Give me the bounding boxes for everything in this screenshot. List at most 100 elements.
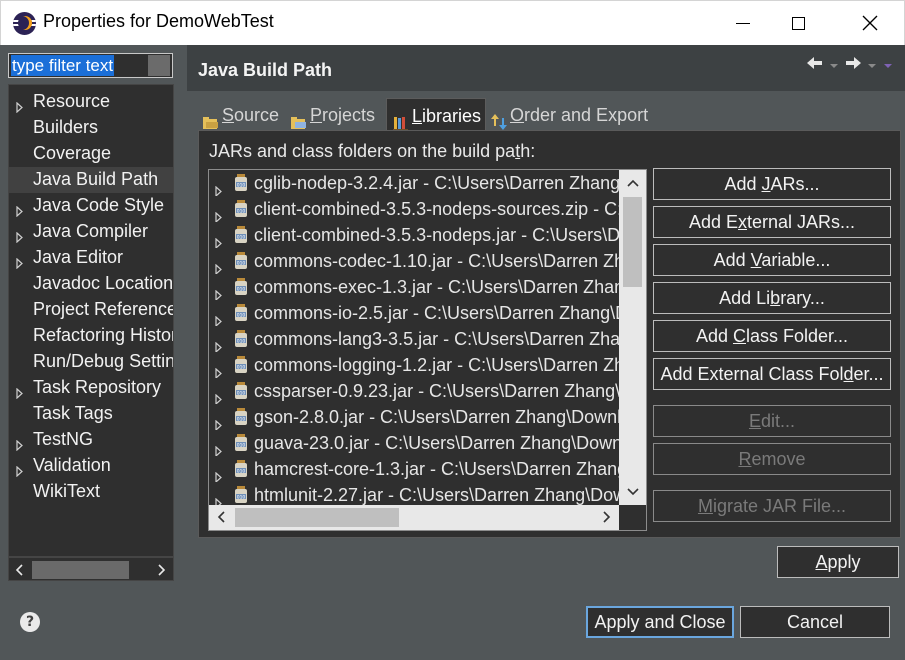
jar-list-item[interactable]: 010 commons-logging-1.2.jar - C:\Users\Da… — [209, 352, 629, 378]
jar-list-item[interactable]: 010 client-combined-3.5.3-nodeps.jar - C:… — [209, 222, 629, 248]
filter-input[interactable]: type filter text — [8, 53, 173, 78]
expand-triangle-icon[interactable] — [215, 256, 222, 274]
jar-list[interactable]: 010 cglib-nodep-3.2.4.jar - C:\Users\Darr… — [208, 169, 647, 531]
edit-button[interactable]: Edit... — [653, 405, 891, 437]
add-jars-button[interactable]: Add JARs... — [653, 168, 891, 200]
add-variable-button[interactable]: Add Variable... — [653, 244, 891, 276]
help-icon[interactable]: ? — [20, 612, 40, 632]
tree-item[interactable]: WikiText — [9, 479, 173, 505]
expand-triangle-icon[interactable] — [215, 386, 222, 404]
jar-list-item[interactable]: 010 commons-lang3-3.5.jar - C:\Users\Darr… — [209, 326, 629, 352]
tree-item[interactable]: Refactoring History — [9, 323, 173, 349]
cancel-button[interactable]: Cancel — [740, 606, 890, 638]
expand-triangle-icon[interactable] — [215, 438, 222, 456]
tree-item[interactable]: Javadoc Location — [9, 271, 173, 297]
expand-triangle-icon[interactable] — [215, 230, 222, 248]
scroll-thumb[interactable] — [235, 508, 399, 527]
jar-list-item[interactable]: 010 commons-io-2.5.jar - C:\Users\Darren … — [209, 300, 629, 326]
svg-text:010: 010 — [237, 260, 246, 266]
expand-triangle-icon[interactable] — [215, 464, 222, 482]
expand-triangle-icon[interactable] — [215, 178, 222, 196]
svg-text:010: 010 — [237, 286, 246, 292]
tree-item[interactable]: Validation — [9, 453, 173, 479]
scroll-left-icon[interactable] — [213, 508, 231, 526]
svg-text:010: 010 — [237, 442, 246, 448]
add-external-class-folder-button[interactable]: Add External Class Folder... — [653, 358, 891, 390]
expand-triangle-icon[interactable] — [215, 282, 222, 300]
add-external-jars-button[interactable]: Add External JARs... — [653, 206, 891, 238]
tab-order-and-export[interactable]: Order and Export — [485, 98, 665, 130]
scroll-right-icon[interactable] — [152, 561, 170, 579]
jar-list-item[interactable]: 010 cssparser-0.9.23.jar - C:\Users\Darre… — [209, 378, 629, 404]
tree-item[interactable]: Project References — [9, 297, 173, 323]
svg-text:010: 010 — [237, 234, 246, 240]
expand-triangle-icon[interactable] — [215, 308, 222, 326]
filter-text[interactable]: type filter text — [11, 55, 115, 76]
forward-dropdown-icon[interactable] — [867, 55, 877, 74]
scroll-thumb[interactable] — [32, 561, 129, 579]
tree-horizontal-scrollbar[interactable] — [8, 557, 174, 581]
jar-list-item[interactable]: 010 commons-codec-1.10.jar - C:\Users\Dar… — [209, 248, 629, 274]
tree-item[interactable]: Task Tags — [9, 401, 173, 427]
add-library-button[interactable]: Add Library... — [653, 282, 891, 314]
tree-item[interactable]: TestNG — [9, 427, 173, 453]
expand-triangle-icon[interactable] — [215, 334, 222, 352]
jar-list-item[interactable]: 010 gson-2.8.0.jar - C:\Users\Darren Zhan… — [209, 404, 629, 430]
tree-item[interactable]: Builders — [9, 115, 173, 141]
tree-item[interactable]: Java Editor — [9, 245, 173, 271]
expand-triangle-icon[interactable] — [215, 412, 222, 430]
tree-item-label: Java Build Path — [33, 169, 159, 189]
tree-item[interactable]: Run/Debug Settings — [9, 349, 173, 375]
tab-projects[interactable]: Projects — [285, 98, 381, 130]
apply-button[interactable]: Apply — [777, 546, 899, 578]
property-tree[interactable]: Resource Builders Coverage Java Build Path J… — [8, 84, 174, 557]
tree-item[interactable]: Java Build Path — [9, 167, 173, 193]
expand-triangle-icon[interactable] — [215, 360, 222, 378]
svg-text:010: 010 — [237, 468, 246, 474]
jar-list-item[interactable]: 010 guava-23.0.jar - C:\Users\Darren Zhan… — [209, 430, 629, 456]
jar-list-item[interactable]: 010 commons-exec-1.3.jar - C:\Users\Darre… — [209, 274, 629, 300]
page-header: Java Build Path — [187, 45, 905, 91]
scroll-thumb[interactable] — [623, 197, 642, 287]
back-dropdown-icon[interactable] — [829, 55, 839, 74]
tab-libraries[interactable]: Libraries — [386, 98, 486, 131]
scroll-left-icon[interactable] — [11, 561, 29, 579]
jar-list-item[interactable]: 010 cglib-nodep-3.2.4.jar - C:\Users\Darr… — [209, 170, 629, 196]
minimize-button[interactable] — [716, 1, 770, 45]
tree-item-label: Run/Debug Settings — [33, 351, 174, 371]
history-navigation — [807, 55, 893, 74]
svg-text:010: 010 — [237, 416, 246, 422]
remove-button[interactable]: Remove — [653, 443, 891, 475]
page-title: Java Build Path — [198, 60, 333, 80]
tree-item[interactable]: Coverage — [9, 141, 173, 167]
jar-list-item[interactable]: 010 client-combined-3.5.3-nodeps-sources.… — [209, 196, 629, 222]
forward-arrow-icon[interactable] — [845, 55, 861, 74]
tree-item[interactable]: Java Code Style — [9, 193, 173, 219]
migrate-jar-file-button[interactable]: Migrate JAR File... — [653, 490, 891, 522]
scroll-right-icon[interactable] — [597, 508, 615, 526]
view-menu-icon[interactable] — [883, 55, 893, 74]
expand-triangle-icon[interactable] — [215, 204, 222, 222]
jar-list-horizontal-scrollbar[interactable] — [209, 505, 619, 530]
jar-list-vertical-scrollbar[interactable] — [619, 170, 646, 505]
apply-and-close-button[interactable]: Apply and Close — [586, 606, 734, 638]
scroll-up-icon[interactable] — [619, 170, 646, 196]
jar-entry-text: cssparser-0.9.23.jar - C:\Users\Darren Z… — [254, 381, 629, 401]
jar-list-item[interactable]: 010 hamcrest-core-1.3.jar - C:\Users\Darr… — [209, 456, 629, 482]
jar-entry-text: client-combined-3.5.3-nodeps.jar - C:\Us… — [254, 225, 629, 245]
tree-item[interactable]: Java Compiler — [9, 219, 173, 245]
jar-file-icon: 010 — [234, 329, 248, 352]
close-button[interactable] — [843, 1, 897, 45]
jar-file-icon: 010 — [234, 251, 248, 274]
tree-item[interactable]: Resource — [9, 89, 173, 115]
tab-source[interactable]: Source — [197, 98, 285, 130]
tree-item-label: Coverage — [33, 143, 112, 163]
jar-file-icon: 010 — [234, 459, 248, 482]
add-class-folder-button[interactable]: Add Class Folder... — [653, 320, 891, 352]
scroll-down-icon[interactable] — [619, 479, 646, 505]
tree-item[interactable]: Task Repository — [9, 375, 173, 401]
back-arrow-icon[interactable] — [807, 55, 823, 74]
tree-item-label: TestNG — [33, 429, 94, 449]
jar-entry-text: gson-2.8.0.jar - C:\Users\Darren Zhang\D… — [254, 407, 629, 427]
maximize-button[interactable] — [771, 1, 825, 45]
